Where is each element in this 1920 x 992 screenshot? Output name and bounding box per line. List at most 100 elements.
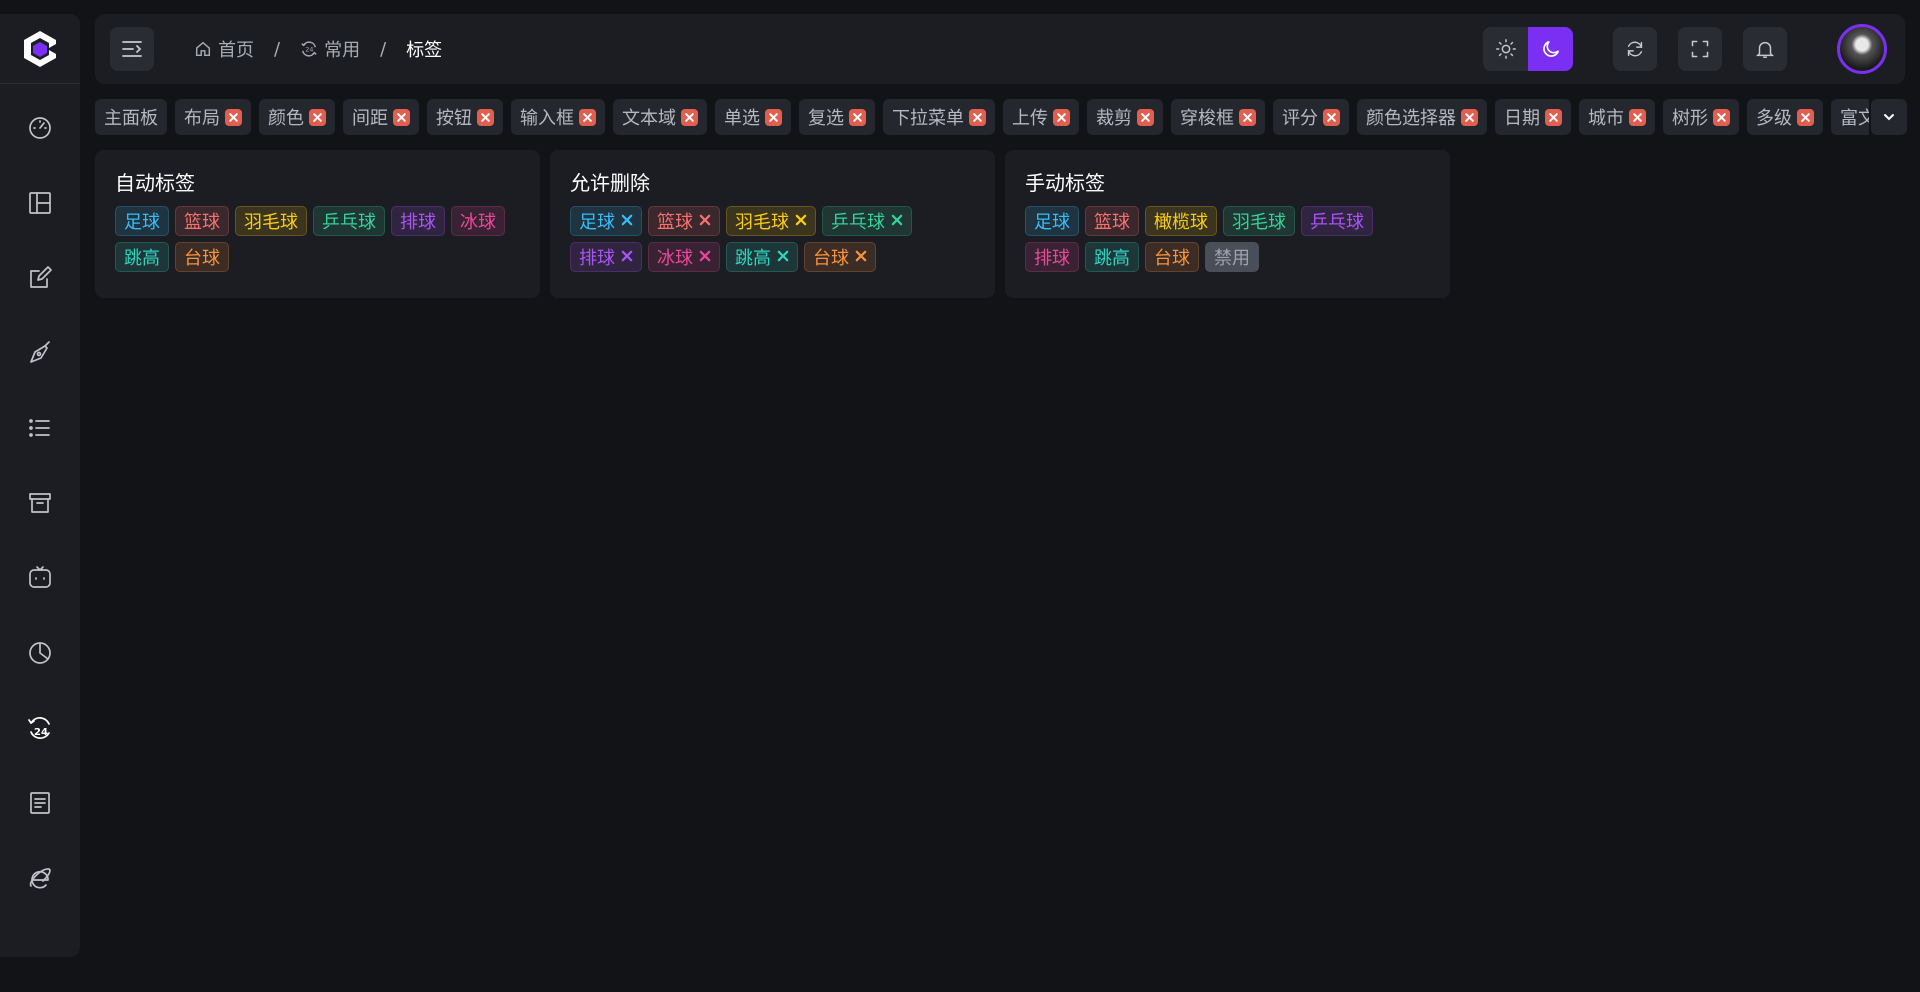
tab-close-icon[interactable]: [579, 108, 596, 126]
tab-close-icon[interactable]: [969, 108, 986, 126]
tab-close-icon[interactable]: [309, 108, 326, 126]
sidebar-item-list[interactable]: [0, 390, 80, 465]
tag[interactable]: 台球: [1145, 242, 1199, 272]
tab-item[interactable]: 日期: [1495, 99, 1571, 135]
tab-close-icon[interactable]: [1461, 108, 1478, 126]
tag-label: 羽毛球: [735, 212, 789, 233]
sidebar-item-document[interactable]: [0, 765, 80, 840]
tab-close-icon[interactable]: [225, 108, 242, 126]
tab-item[interactable]: 多级: [1747, 99, 1823, 135]
breadcrumb-home[interactable]: 首页: [194, 36, 254, 62]
breadcrumb-label: 常用: [324, 40, 361, 61]
tab-item[interactable]: 评分: [1273, 99, 1349, 135]
sidebar-item-edit-form[interactable]: [0, 240, 80, 315]
sidebar-item-archive-box[interactable]: [0, 465, 80, 540]
chat-bot-icon: [29, 565, 51, 588]
tag[interactable]: 羽毛球: [1223, 206, 1295, 236]
tag: 冰球: [648, 242, 720, 272]
sidebar-item-pie-chart[interactable]: [0, 615, 80, 690]
tab-item[interactable]: 文本域: [613, 99, 707, 135]
tab-item[interactable]: 颜色: [259, 99, 335, 135]
tag-label: 冰球: [460, 212, 496, 233]
tab-item[interactable]: 富文本: [1831, 99, 1869, 135]
tab-close-icon[interactable]: [1137, 108, 1154, 126]
tag-close-icon[interactable]: [795, 213, 807, 230]
breadcrumb-common[interactable]: 24 常用: [300, 36, 360, 62]
tab-label: 单选: [724, 108, 760, 129]
sidebar-item-pen-nib[interactable]: [0, 315, 80, 390]
tabs-more-button[interactable]: [1871, 99, 1907, 135]
tab-item[interactable]: 复选: [799, 99, 875, 135]
tab-item[interactable]: 单选: [715, 99, 791, 135]
tab-close-icon[interactable]: [1323, 108, 1340, 126]
light-theme-button[interactable]: [1483, 27, 1528, 71]
sidebar-item-chat-bot[interactable]: [0, 540, 80, 615]
tag-close-icon[interactable]: [855, 249, 867, 266]
tab-close-icon[interactable]: [1713, 108, 1730, 126]
tab-close-icon[interactable]: [849, 108, 866, 126]
tag[interactable]: 篮球: [1085, 206, 1139, 236]
tag-close-icon[interactable]: [621, 249, 633, 266]
tab-close-icon[interactable]: [1545, 108, 1562, 126]
tab-item[interactable]: 树形: [1663, 99, 1739, 135]
tag[interactable]: 足球: [1025, 206, 1079, 236]
tab-close-icon[interactable]: [765, 108, 782, 126]
tag-close-icon[interactable]: [699, 213, 711, 230]
sidebar-item-internet-explorer[interactable]: [0, 840, 80, 915]
tab-item[interactable]: 主面板: [95, 99, 167, 135]
moon-icon: [1542, 40, 1559, 57]
tab-item[interactable]: 输入框: [511, 99, 605, 135]
tag: 羽毛球: [726, 206, 816, 236]
sidebar-item-dashboard-gauge[interactable]: [0, 90, 80, 165]
tab-close-icon[interactable]: [1239, 108, 1256, 126]
refresh-button[interactable]: [1613, 27, 1657, 71]
sidebar-item-layout[interactable]: [0, 165, 80, 240]
dashboard-gauge-icon: [29, 116, 51, 139]
tag-label: 乒乓球: [831, 212, 885, 233]
tab-close-icon[interactable]: [1797, 108, 1814, 126]
tag[interactable]: 排球: [1025, 242, 1079, 272]
tab-item[interactable]: 城市: [1579, 99, 1655, 135]
user-avatar[interactable]: [1837, 24, 1887, 74]
sidebar-toggle-button[interactable]: [110, 27, 154, 71]
sidebar-item-clock-24[interactable]: 24: [0, 690, 80, 765]
tag: 跳高: [115, 242, 169, 272]
tab-item[interactable]: 间距: [343, 99, 419, 135]
notifications-button[interactable]: [1743, 27, 1787, 71]
tab-close-icon[interactable]: [1053, 108, 1070, 126]
tab-item[interactable]: 穿梭框: [1171, 99, 1265, 135]
tab-item[interactable]: 下拉菜单: [883, 99, 995, 135]
tag-card: 允许删除 足球 篮球 羽毛球 乒乓球 排球 冰球 跳高 台球: [550, 150, 995, 298]
tag-close-icon[interactable]: [777, 249, 789, 266]
tab-item[interactable]: 裁剪: [1087, 99, 1163, 135]
theme-toggle: [1483, 27, 1573, 71]
tag-label: 排球: [579, 248, 615, 269]
tab-close-icon[interactable]: [477, 108, 494, 126]
tab-label: 富文本: [1840, 108, 1869, 129]
tab-close-icon[interactable]: [1629, 108, 1646, 126]
tab-close-icon[interactable]: [393, 108, 410, 126]
tag[interactable]: 橄榄球: [1145, 206, 1217, 236]
sun-icon: [1495, 39, 1516, 59]
fullscreen-button[interactable]: [1678, 27, 1722, 71]
breadcrumb: 首页 / 24 常用 / 标签: [194, 36, 442, 62]
logo[interactable]: [0, 14, 80, 84]
tag[interactable]: 乒乓球: [1301, 206, 1373, 236]
tag-close-icon[interactable]: [621, 213, 633, 230]
dark-theme-button[interactable]: [1528, 27, 1573, 71]
tag-label: 台球: [813, 248, 849, 269]
tab-item[interactable]: 按钮: [427, 99, 503, 135]
tab-item[interactable]: 颜色选择器: [1357, 99, 1487, 135]
tab-close-icon[interactable]: [681, 108, 698, 126]
tag-label: 足球: [1034, 212, 1070, 233]
tag[interactable]: 跳高: [1085, 242, 1139, 272]
tag-card: 自动标签 足球 篮球 羽毛球 乒乓球 排球 冰球 跳高 台球: [95, 150, 540, 298]
tag-close-icon[interactable]: [891, 213, 903, 230]
tab-label: 主面板: [104, 108, 158, 129]
tag-close-icon[interactable]: [699, 249, 711, 266]
tab-item[interactable]: 布局: [175, 99, 251, 135]
pen-nib-icon: [30, 340, 50, 363]
breadcrumb-separator: /: [380, 38, 387, 60]
tab-item[interactable]: 上传: [1003, 99, 1079, 135]
tag-card: 手动标签 足球 篮球 橄榄球 羽毛球 乒乓球 排球 跳高 台球 禁用: [1005, 150, 1450, 298]
